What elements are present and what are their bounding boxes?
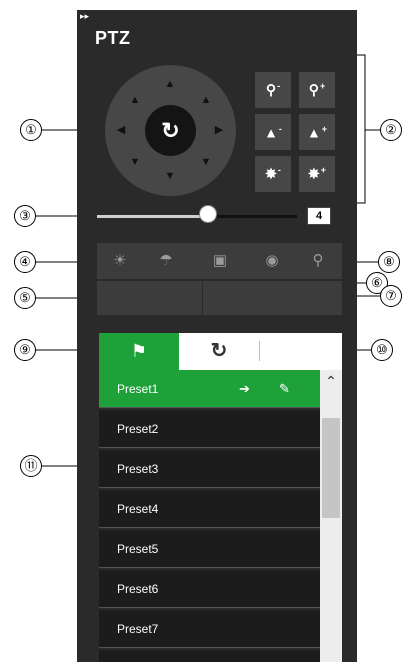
arrow-up-icon[interactable]: ▲ (164, 79, 176, 90)
double-arrow-right-icon[interactable]: ▸▸ (80, 12, 89, 21)
zoom-out-icon: ⚲- (265, 81, 281, 98)
chevron-up-icon[interactable]: ⌃ (320, 370, 342, 389)
callout-10: ⑩ (371, 339, 393, 361)
zoom-in-icon: ⚲+ (308, 81, 326, 98)
callout-8: ⑧ (378, 251, 400, 273)
callout-3: ③ (14, 205, 36, 227)
preset-label: Preset4 (117, 502, 159, 516)
arrow-down-icon[interactable]: ▼ (164, 171, 176, 182)
iris-close-button[interactable]: ✸- (255, 156, 291, 192)
preset-list: Preset1 ➔ ✎ Preset2 Preset3 Preset4 Preset5 Pre… (99, 370, 320, 662)
callout-4: ④ (14, 251, 36, 273)
wiper-icon[interactable]: ☂ (157, 252, 175, 270)
arrow-up-left-icon[interactable]: ▲ (129, 95, 141, 106)
one-touch-focus-icon[interactable]: ▣ (211, 252, 229, 270)
speed-value: 4 (307, 207, 331, 225)
callout-11: ⑪ (20, 455, 42, 477)
focus-far-button[interactable]: ▲+ (299, 114, 335, 150)
tab-separator (259, 341, 260, 361)
preset-item[interactable]: Preset3 (99, 450, 320, 488)
scrollbar-thumb[interactable] (322, 418, 340, 518)
preset-item[interactable]: Preset6 (99, 570, 320, 608)
divider (202, 281, 203, 315)
callout-9: ⑨ (14, 339, 36, 361)
arrow-right-icon[interactable]: ▶ (213, 125, 225, 136)
iris-plus-icon: ✸+ (308, 165, 326, 182)
preset-item[interactable]: Preset7 (99, 610, 320, 648)
arrow-down-right-icon[interactable]: ▼ (200, 157, 212, 168)
preset-item[interactable]: Preset1 ➔ ✎ (99, 370, 320, 408)
focus-near-button[interactable]: ▲- (255, 114, 291, 150)
preset-item[interactable]: Preset5 (99, 530, 320, 568)
preset-label: Preset6 (117, 582, 159, 596)
preset-patrol-tabs: ⚑ ↻ (99, 333, 342, 370)
function-buttons-row-2 (97, 281, 342, 315)
refresh-icon: ↻ (210, 340, 228, 362)
iris-minus-icon: ✸- (265, 165, 281, 182)
arrow-right-icon[interactable]: ➔ (239, 370, 250, 408)
preset-item[interactable]: Preset2 (99, 410, 320, 448)
iris-open-button[interactable]: ✸+ (299, 156, 335, 192)
scrollbar[interactable]: ⌃ (320, 370, 342, 662)
edit-icon[interactable]: ✎ (279, 370, 290, 408)
tab-presets[interactable]: ⚑ (99, 333, 179, 370)
flag-icon: ⚑ (130, 341, 148, 361)
arrow-left-icon[interactable]: ◀ (115, 125, 127, 136)
preset-label: Preset1 (117, 382, 159, 396)
preset-label: Preset7 (117, 622, 159, 636)
zoom-in-button[interactable]: ⚲+ (299, 72, 335, 108)
lens-initialization-icon[interactable]: ◉ (263, 252, 281, 270)
speed-slider-fill (97, 215, 207, 218)
callout-5: ⑤ (14, 287, 36, 309)
preset-item[interactable]: Preset4 (99, 490, 320, 528)
ptz-panel: ▸▸ PTZ ▲ ▲ ▶ ▼ ▼ ▼ ◀ ▲ ↻ ⚲- ⚲+ ▲- ▲+ ✸- … (77, 10, 357, 662)
callout-7: ⑦ (380, 285, 402, 307)
3d-zoom-icon[interactable]: ⚲ (309, 252, 327, 270)
callout-1: ① (20, 119, 42, 141)
preset-label: Preset3 (117, 462, 159, 476)
focus-plus-icon: ▲+ (306, 123, 328, 141)
arrow-up-right-icon[interactable]: ▲ (200, 95, 212, 106)
refresh-icon[interactable]: ↻ (145, 105, 196, 156)
callout-2: ② (380, 119, 402, 141)
tab-patrols[interactable]: ↻ (179, 333, 259, 370)
preset-label: Preset5 (117, 542, 159, 556)
direction-pad[interactable]: ▲ ▲ ▶ ▼ ▼ ▼ ◀ ▲ ↻ (105, 65, 236, 196)
zoom-out-button[interactable]: ⚲- (255, 72, 291, 108)
preset-item[interactable]: Preset8 (99, 650, 320, 662)
speed-slider-thumb[interactable] (199, 205, 217, 223)
preset-label: Preset2 (117, 422, 159, 436)
speed-slider-track[interactable] (97, 215, 297, 218)
panel-title: PTZ (95, 28, 131, 48)
arrow-down-left-icon[interactable]: ▼ (129, 157, 141, 168)
light-icon[interactable]: ☀ (111, 252, 129, 270)
focus-minus-icon: ▲- (264, 123, 282, 141)
